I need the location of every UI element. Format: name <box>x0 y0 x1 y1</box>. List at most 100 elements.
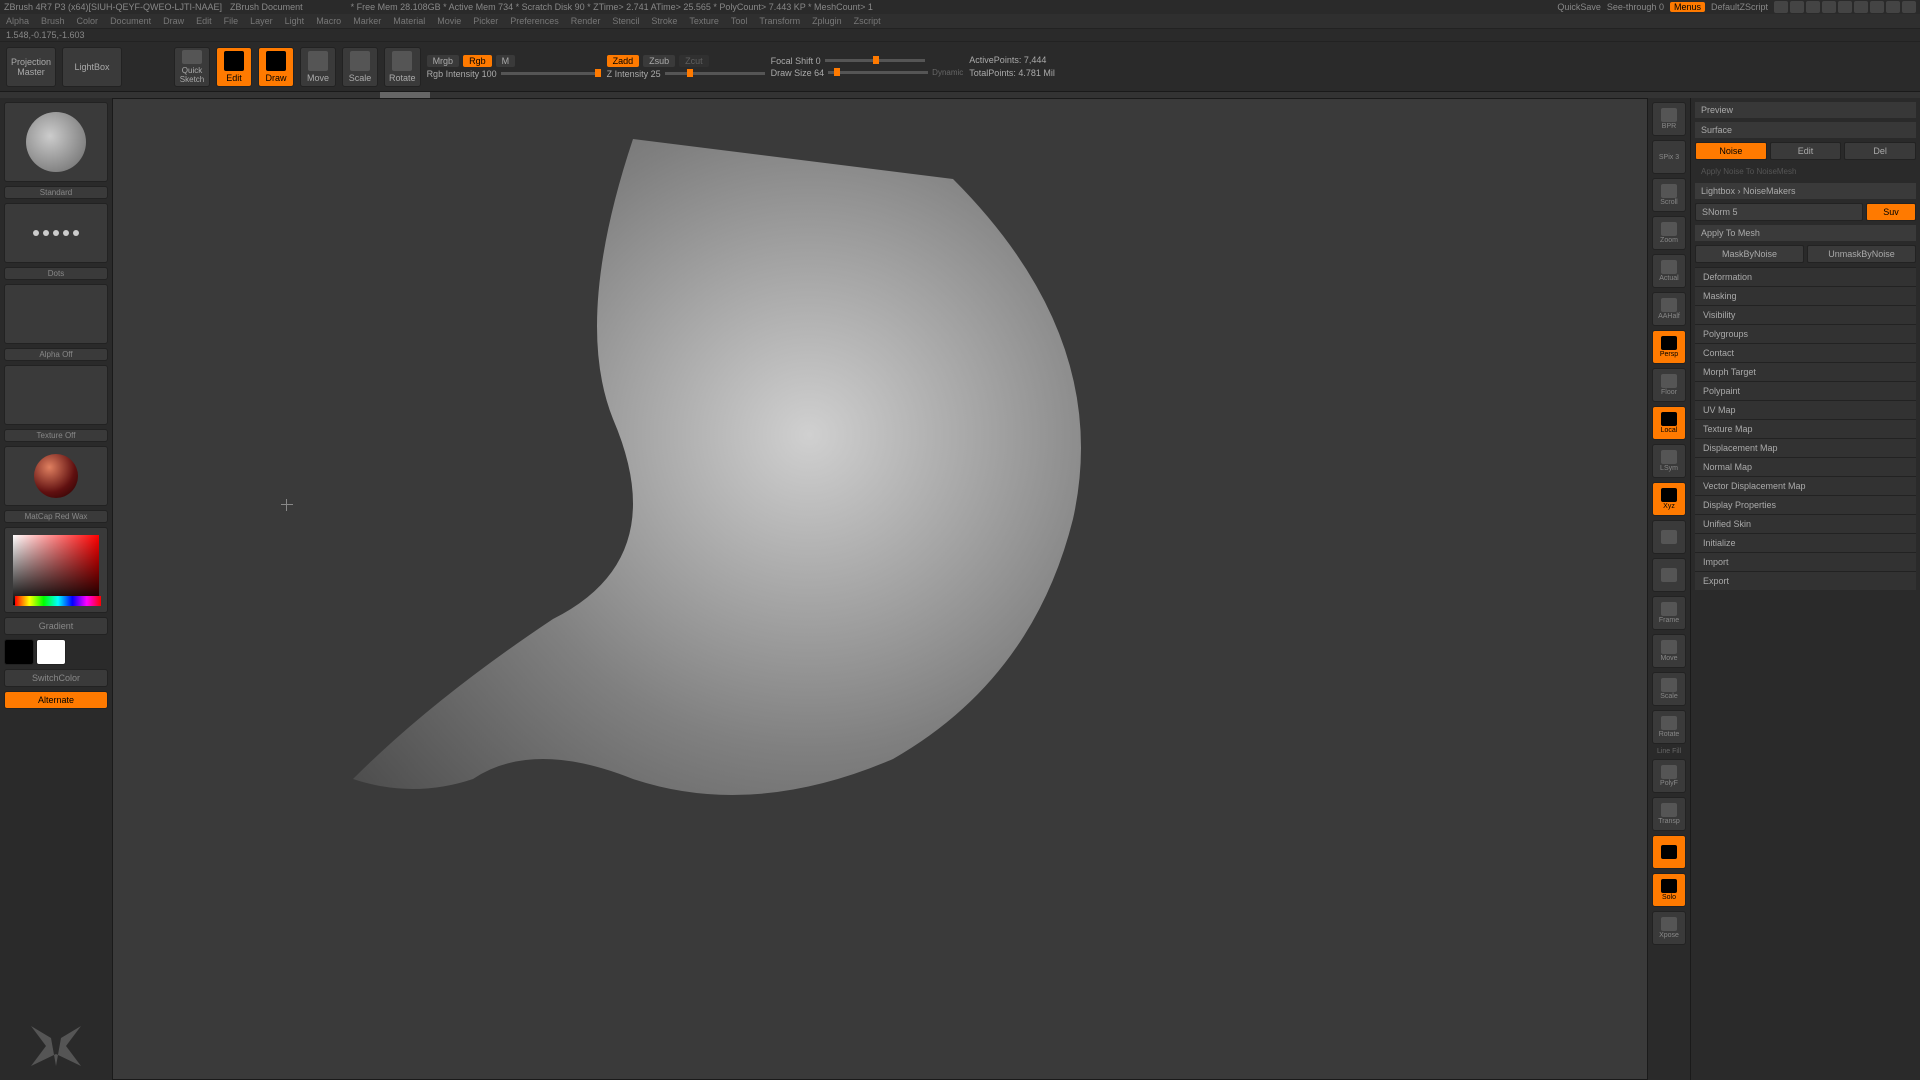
nav-bpr[interactable]: BPR <box>1652 102 1686 136</box>
layout4-icon[interactable] <box>1822 1 1836 13</box>
section-initialize[interactable]: Initialize <box>1695 533 1916 552</box>
rgb-intensity-slider[interactable] <box>501 72 601 75</box>
nav-spix-3[interactable]: SPix 3 <box>1652 140 1686 174</box>
stroke-selector[interactable] <box>4 203 108 263</box>
nav-zoom[interactable]: Zoom <box>1652 216 1686 250</box>
nav-actual[interactable]: Actual <box>1652 254 1686 288</box>
nav-scroll[interactable]: Scroll <box>1652 178 1686 212</box>
layout3-icon[interactable] <box>1806 1 1820 13</box>
section-visibility[interactable]: Visibility <box>1695 305 1916 324</box>
scale-mode-button[interactable]: Scale <box>342 47 378 87</box>
dynamic-label[interactable]: Dynamic <box>932 68 963 77</box>
menu-alpha[interactable]: Alpha <box>6 16 29 26</box>
color-picker[interactable] <box>4 527 108 613</box>
section-texture-map[interactable]: Texture Map <box>1695 419 1916 438</box>
nav-transp[interactable]: Transp <box>1652 797 1686 831</box>
section-export[interactable]: Export <box>1695 571 1916 590</box>
primary-color-swatch[interactable] <box>36 639 66 665</box>
maximize-icon[interactable] <box>1886 1 1900 13</box>
material-selector[interactable] <box>4 446 108 506</box>
minimize-icon[interactable] <box>1870 1 1884 13</box>
rotate-mode-button[interactable]: Rotate <box>384 47 421 87</box>
nav-aahalf[interactable]: AAHalf <box>1652 292 1686 326</box>
layout1-icon[interactable] <box>1774 1 1788 13</box>
edit-noise-button[interactable]: Edit <box>1770 142 1842 160</box>
menu-marker[interactable]: Marker <box>353 16 381 26</box>
rgb-toggle[interactable]: Rgb <box>463 55 492 67</box>
nav-frame[interactable]: Frame <box>1652 596 1686 630</box>
section-displacement-map[interactable]: Displacement Map <box>1695 438 1916 457</box>
maskbynoise-button[interactable]: MaskByNoise <box>1695 245 1804 263</box>
menu-edit[interactable]: Edit <box>196 16 212 26</box>
section-vector-displacement-map[interactable]: Vector Displacement Map <box>1695 476 1916 495</box>
menu-zplugin[interactable]: Zplugin <box>812 16 842 26</box>
zscript-label[interactable]: DefaultZScript <box>1711 2 1768 12</box>
section-deformation[interactable]: Deformation <box>1695 267 1916 286</box>
secondary-color-swatch[interactable] <box>4 639 34 665</box>
nav-persp[interactable]: Persp <box>1652 330 1686 364</box>
section-display-properties[interactable]: Display Properties <box>1695 495 1916 514</box>
menu-file[interactable]: File <box>224 16 239 26</box>
brush-selector[interactable] <box>4 102 108 182</box>
lightbox-button[interactable]: LightBox <box>62 47 122 87</box>
menu-tool[interactable]: Tool <box>731 16 748 26</box>
alpha-selector[interactable] <box>4 284 108 344</box>
menu-preferences[interactable]: Preferences <box>510 16 559 26</box>
nav-xyz[interactable]: Xyz <box>1652 482 1686 516</box>
menu-transform[interactable]: Transform <box>759 16 800 26</box>
menu-document[interactable]: Document <box>110 16 151 26</box>
switchcolor-button[interactable]: SwitchColor <box>4 669 108 687</box>
menu-light[interactable]: Light <box>285 16 305 26</box>
section-polygroups[interactable]: Polygroups <box>1695 324 1916 343</box>
seethrough-slider[interactable]: See-through 0 <box>1607 2 1664 12</box>
menu-stencil[interactable]: Stencil <box>612 16 639 26</box>
nav-solo[interactable]: Solo <box>1652 873 1686 907</box>
menus-toggle[interactable]: Menus <box>1670 2 1705 12</box>
nav-lsym[interactable]: LSym <box>1652 444 1686 478</box>
section-unified-skin[interactable]: Unified Skin <box>1695 514 1916 533</box>
draw-mode-button[interactable]: Draw <box>258 47 294 87</box>
edit-mode-button[interactable]: Edit <box>216 47 252 87</box>
menu-color[interactable]: Color <box>77 16 99 26</box>
menu-draw[interactable]: Draw <box>163 16 184 26</box>
nav-btn12[interactable] <box>1652 558 1686 592</box>
focal-shift-slider[interactable] <box>825 59 925 62</box>
zsub-toggle[interactable]: Zsub <box>643 55 675 67</box>
section-normal-map[interactable]: Normal Map <box>1695 457 1916 476</box>
nav-xpose[interactable]: Xpose <box>1652 911 1686 945</box>
menu-picker[interactable]: Picker <box>473 16 498 26</box>
menu-zscript[interactable]: Zscript <box>854 16 881 26</box>
nav-move[interactable]: Move <box>1652 634 1686 668</box>
nav-btn11[interactable] <box>1652 520 1686 554</box>
alternate-button[interactable]: Alternate <box>4 691 108 709</box>
mrgb-toggle[interactable]: Mrgb <box>427 55 460 67</box>
nav-btn19[interactable] <box>1652 835 1686 869</box>
texture-selector[interactable] <box>4 365 108 425</box>
section-morph-target[interactable]: Morph Target <box>1695 362 1916 381</box>
quicksave-button[interactable]: QuickSave <box>1557 2 1601 12</box>
nav-polyf[interactable]: PolyF <box>1652 759 1686 793</box>
section-uv-map[interactable]: UV Map <box>1695 400 1916 419</box>
menu-stroke[interactable]: Stroke <box>651 16 677 26</box>
nav-rotate[interactable]: Rotate <box>1652 710 1686 744</box>
section-masking[interactable]: Masking <box>1695 286 1916 305</box>
move-mode-button[interactable]: Move <box>300 47 336 87</box>
menu-material[interactable]: Material <box>393 16 425 26</box>
help-icon[interactable] <box>1854 1 1868 13</box>
delete-noise-button[interactable]: Del <box>1844 142 1916 160</box>
menu-brush[interactable]: Brush <box>41 16 65 26</box>
unmaskbynoise-button[interactable]: UnmaskByNoise <box>1807 245 1916 263</box>
zcut-toggle[interactable]: Zcut <box>679 55 709 67</box>
nav-scale[interactable]: Scale <box>1652 672 1686 706</box>
gradient-toggle[interactable]: Gradient <box>4 617 108 635</box>
quicksketch-button[interactable]: Quick Sketch <box>174 47 210 87</box>
layout5-icon[interactable] <box>1838 1 1852 13</box>
suv-slider[interactable]: Suv <box>1866 203 1916 221</box>
nav-floor[interactable]: Floor <box>1652 368 1686 402</box>
draw-size-slider[interactable] <box>828 71 928 74</box>
zadd-toggle[interactable]: Zadd <box>607 55 640 67</box>
section-contact[interactable]: Contact <box>1695 343 1916 362</box>
lightbox-noisemakers-button[interactable]: Lightbox › NoiseMakers <box>1695 183 1916 199</box>
menu-movie[interactable]: Movie <box>437 16 461 26</box>
apply-to-mesh-button[interactable]: Apply To Mesh <box>1695 225 1916 241</box>
